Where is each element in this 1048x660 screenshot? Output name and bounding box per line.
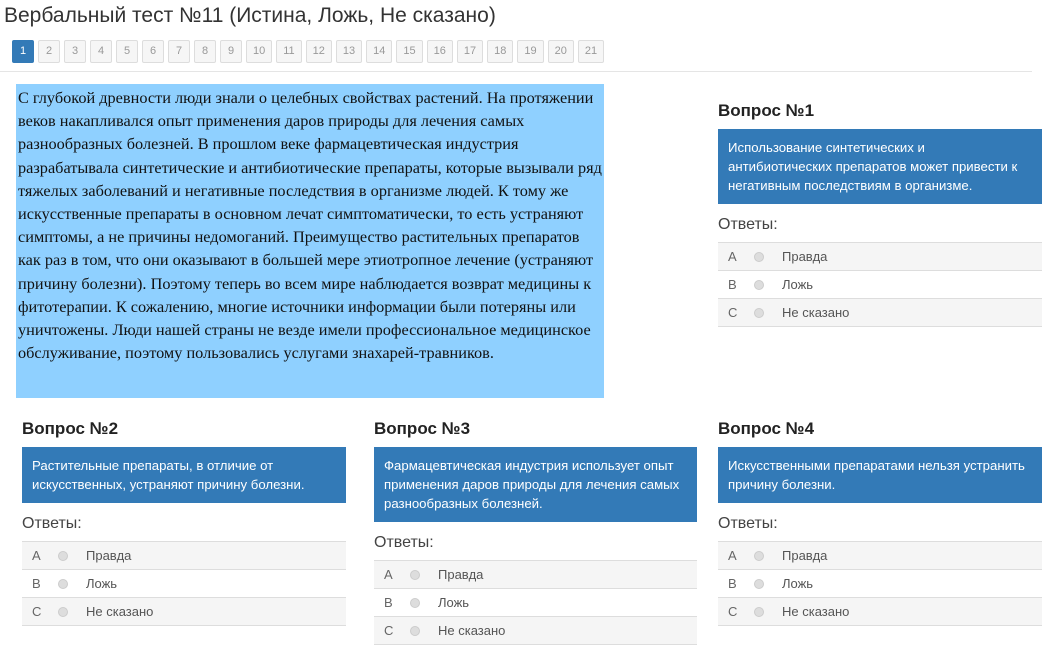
page-button-14[interactable]: 14 <box>366 40 393 63</box>
page-button-19[interactable]: 19 <box>517 40 544 63</box>
answer-option-a[interactable]: A Правда <box>718 542 1042 570</box>
answer-text: Правда <box>86 548 132 563</box>
question-statement: Растительные препараты, в отличие от иск… <box>22 447 346 503</box>
page-button-16[interactable]: 16 <box>426 40 453 63</box>
answer-text: Не сказано <box>782 305 850 320</box>
radio-button[interactable] <box>410 569 420 580</box>
page-button-3[interactable]: 3 <box>64 40 86 63</box>
answers-label: Ответы: <box>374 534 434 551</box>
page-button-5[interactable]: 5 <box>116 40 138 63</box>
page-button-17[interactable]: 17 <box>456 40 484 63</box>
answer-option-c[interactable]: C Не сказано <box>718 299 1042 327</box>
answer-text: Правда <box>438 567 484 582</box>
page-button-7[interactable]: 7 <box>168 40 190 63</box>
answer-letter: A <box>728 249 737 264</box>
answer-letter: C <box>728 604 738 619</box>
answer-option-a[interactable]: A Правда <box>718 243 1042 271</box>
page-button-11[interactable]: 11 <box>276 40 302 63</box>
question-3: Вопрос №3 Фармацевтическая индустрия исп… <box>374 419 697 645</box>
radio-button[interactable] <box>410 597 420 608</box>
answers-table: A Правда B Ложь C Не сказано <box>718 242 1042 327</box>
answer-option-b[interactable]: B Ложь <box>718 271 1042 299</box>
passage-text: С глубокой древности люди знали о целебн… <box>16 84 604 398</box>
answer-option-a[interactable]: A Правда <box>374 561 697 589</box>
answers-table: A Правда B Ложь C Не сказано <box>374 560 697 645</box>
radio-button[interactable] <box>410 625 420 636</box>
page-button-21[interactable]: 21 <box>577 40 605 63</box>
radio-button[interactable] <box>754 550 764 561</box>
question-pager: 1 2 3 4 5 6 7 8 9 10 11 12 13 14 15 16 1… <box>12 40 605 63</box>
question-statement: Использование синтетических и антибиотич… <box>718 129 1042 204</box>
page-button-6[interactable]: 6 <box>142 40 164 63</box>
answer-letter: C <box>728 305 738 320</box>
answers-table: A Правда B Ложь C Не сказано <box>718 541 1042 626</box>
page-title: Вербальный тест №11 (Истина, Ложь, Не ск… <box>4 4 496 27</box>
page-button-8[interactable]: 8 <box>194 40 216 63</box>
answer-option-c[interactable]: C Не сказано <box>718 598 1042 626</box>
page-button-2[interactable]: 2 <box>38 40 60 63</box>
page-button-1[interactable]: 1 <box>12 40 34 63</box>
radio-button[interactable] <box>58 578 68 589</box>
answer-letter: B <box>728 277 737 292</box>
answers-label: Ответы: <box>718 515 778 532</box>
answer-text: Не сказано <box>438 623 506 638</box>
header-divider <box>0 71 1032 72</box>
question-1: Вопрос №1 Использование синтетических и … <box>718 101 1042 327</box>
answer-text: Ложь <box>86 576 118 591</box>
question-4: Вопрос №4 Искусственными препаратами нел… <box>718 419 1042 626</box>
question-title: Вопрос №4 <box>718 419 815 438</box>
page-button-15[interactable]: 15 <box>396 40 423 63</box>
page-button-4[interactable]: 4 <box>90 40 112 63</box>
radio-button[interactable] <box>754 578 764 589</box>
radio-button[interactable] <box>58 550 68 561</box>
radio-button[interactable] <box>754 307 764 318</box>
answer-option-b[interactable]: B Ложь <box>22 570 346 598</box>
answer-text: Ложь <box>782 576 814 591</box>
answer-letter: A <box>32 548 41 563</box>
answer-text: Не сказано <box>86 604 154 619</box>
question-2: Вопрос №2 Растительные препараты, в отли… <box>22 419 346 626</box>
answer-letter: A <box>728 548 737 563</box>
question-statement: Фармацевтическая индустрия использует оп… <box>374 447 697 522</box>
answer-option-c[interactable]: C Не сказано <box>374 617 697 645</box>
answers-label: Ответы: <box>22 515 82 532</box>
answers-table: A Правда B Ложь C Не сказано <box>22 541 346 626</box>
question-statement: Искусственными препаратами нельзя устран… <box>718 447 1042 503</box>
answer-letter: A <box>384 567 393 582</box>
question-title: Вопрос №2 <box>22 419 119 438</box>
question-title: Вопрос №3 <box>374 419 471 438</box>
radio-button[interactable] <box>754 606 764 617</box>
answer-option-b[interactable]: B Ложь <box>374 589 697 617</box>
answer-letter: C <box>384 623 394 638</box>
page-button-9[interactable]: 9 <box>220 40 242 63</box>
answer-text: Ложь <box>438 595 470 610</box>
answers-label: Ответы: <box>718 216 778 233</box>
answer-letter: B <box>728 576 737 591</box>
answer-option-a[interactable]: A Правда <box>22 542 346 570</box>
page-button-18[interactable]: 18 <box>487 40 514 63</box>
question-title: Вопрос №1 <box>718 101 815 120</box>
page-button-12[interactable]: 12 <box>305 40 332 63</box>
answer-letter: B <box>384 595 393 610</box>
radio-button[interactable] <box>754 251 764 262</box>
radio-button[interactable] <box>58 606 68 617</box>
answer-text: Не сказано <box>782 604 850 619</box>
answer-option-b[interactable]: B Ложь <box>718 570 1042 598</box>
answer-text: Правда <box>782 249 828 264</box>
page-button-10[interactable]: 10 <box>246 40 273 63</box>
answer-text: Ложь <box>782 277 814 292</box>
page-button-13[interactable]: 13 <box>335 40 363 63</box>
answer-option-c[interactable]: C Не сказано <box>22 598 346 626</box>
page-button-20[interactable]: 20 <box>547 40 574 63</box>
answer-letter: C <box>32 604 42 619</box>
answer-text: Правда <box>782 548 828 563</box>
answer-letter: B <box>32 576 41 591</box>
radio-button[interactable] <box>754 279 764 290</box>
